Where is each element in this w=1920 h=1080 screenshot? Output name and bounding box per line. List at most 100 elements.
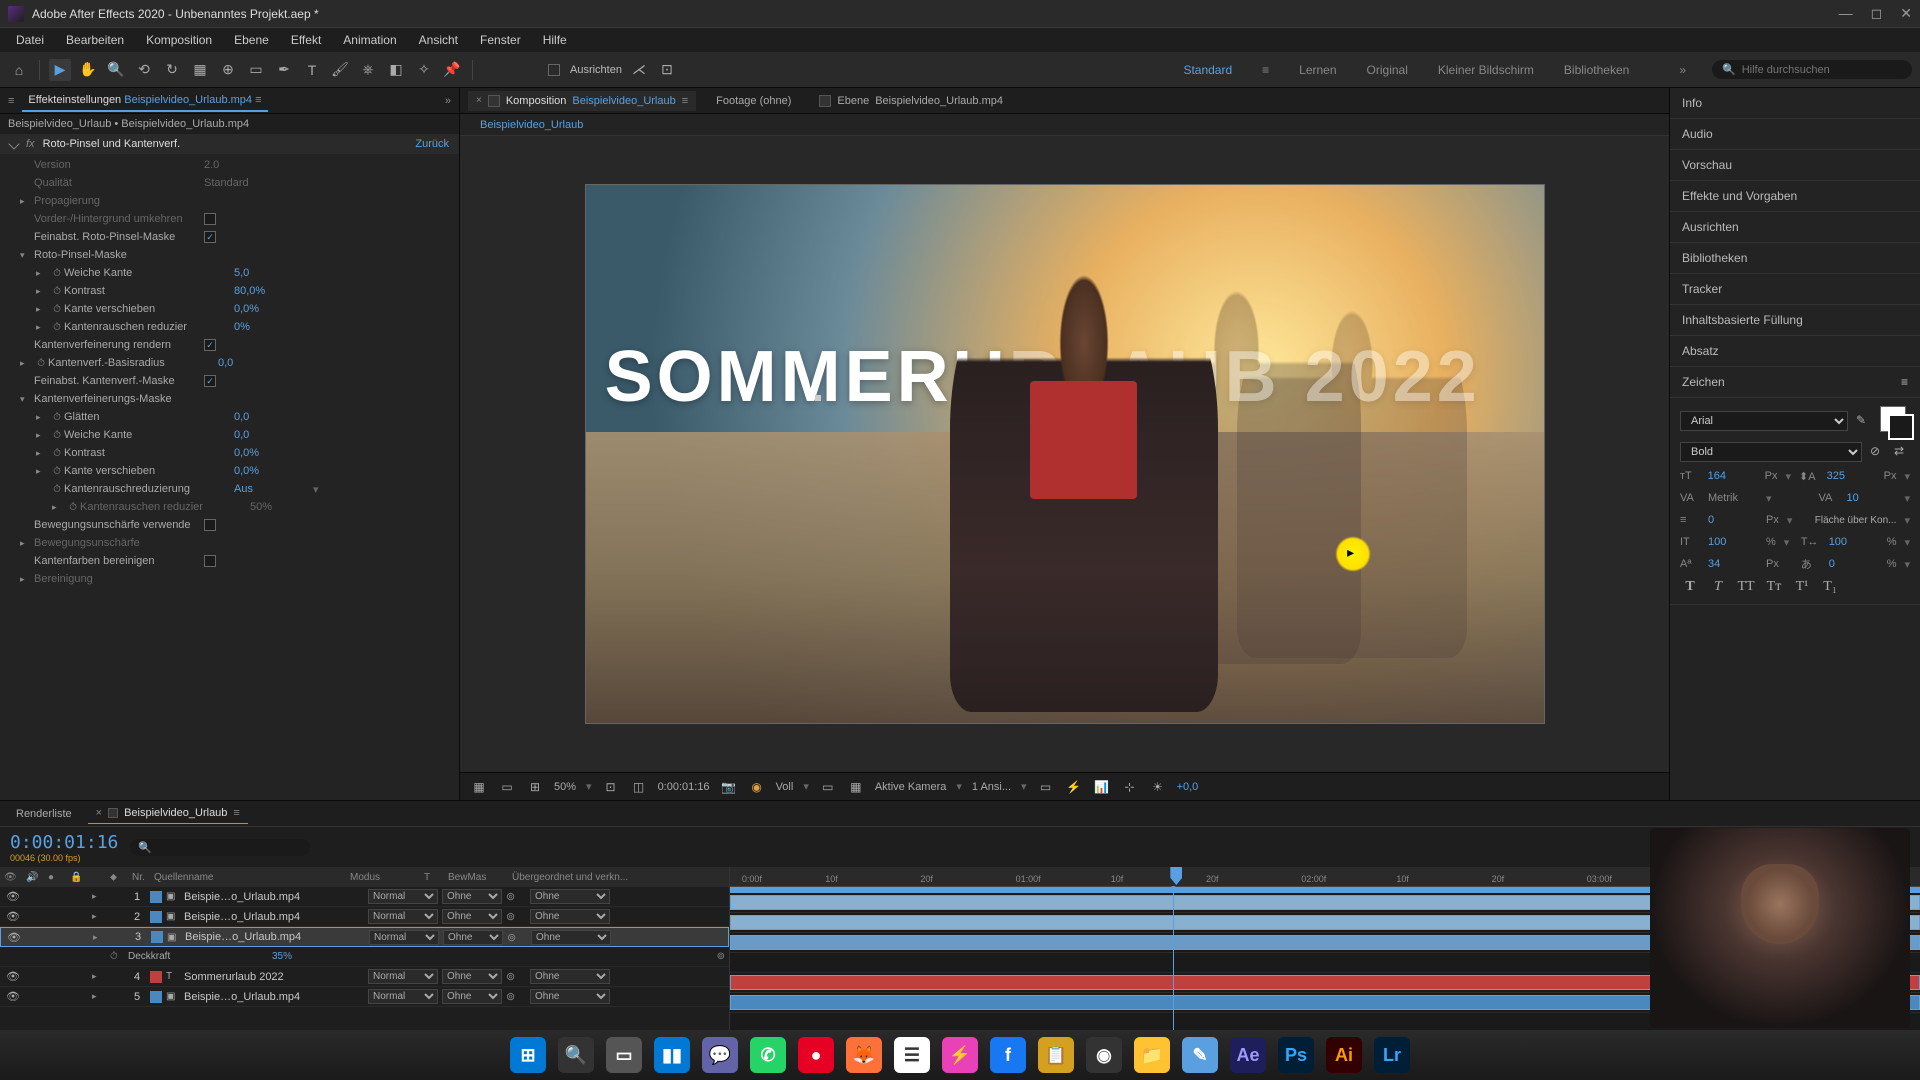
motion-blur-checkbox[interactable] <box>204 519 216 531</box>
leading-value[interactable]: 325 <box>1827 470 1876 482</box>
flowchart-icon[interactable]: ⊹ <box>1121 780 1139 794</box>
rotate-tool-icon[interactable]: ↻ <box>161 59 183 81</box>
layer-row[interactable]: 👁 ▸ 3 ▣ Beispie…o_Urlaub.mp4 Normal Ohne… <box>0 927 729 947</box>
trackmatte-dropdown[interactable]: Ohne <box>442 889 502 904</box>
panel-vorschau[interactable]: Vorschau <box>1670 150 1920 181</box>
parent-dropdown[interactable]: Ohne <box>530 909 610 924</box>
hscale-value[interactable]: 100 <box>1829 536 1879 548</box>
panel-menu-icon[interactable]: ≡ <box>1901 375 1908 389</box>
fine-edge-checkbox[interactable]: ✓ <box>204 375 216 387</box>
italic-button[interactable]: T <box>1708 578 1728 596</box>
layer-name[interactable]: Beispie…o_Urlaub.mp4 <box>185 931 365 943</box>
toggle-alpha-icon[interactable]: ▭ <box>498 780 516 794</box>
label-color[interactable] <box>150 991 162 1003</box>
stopwatch-icon[interactable]: ⏱ <box>50 464 64 478</box>
trackmatte-dropdown[interactable]: Ohne <box>442 909 502 924</box>
camera-dropdown[interactable]: Aktive Kamera <box>875 781 947 793</box>
taskbar-app-icon[interactable]: ⊞ <box>510 1037 546 1073</box>
stopwatch-icon[interactable]: ⏱ <box>110 951 124 962</box>
opacity-value[interactable]: 35% <box>272 951 292 962</box>
decon-checkbox[interactable] <box>204 555 216 567</box>
mask-icon[interactable]: ▦ <box>470 780 488 794</box>
puppet-tool-icon[interactable]: 📌 <box>441 59 463 81</box>
workspace-lernen[interactable]: Lernen <box>1299 63 1336 77</box>
brush-tool-icon[interactable]: 🖌 <box>329 59 351 81</box>
help-search-input[interactable] <box>1742 64 1902 76</box>
panel-character[interactable]: Zeichen <box>1682 375 1725 389</box>
pen-tool-icon[interactable]: ✒ <box>273 59 295 81</box>
taskbar-app-icon[interactable]: ✆ <box>750 1037 786 1073</box>
transform-handle[interactable] <box>815 395 821 401</box>
snapshot-icon[interactable]: 📷 <box>720 780 738 794</box>
allcaps-button[interactable]: TT <box>1736 578 1756 596</box>
visibility-icon[interactable]: 👁 <box>4 990 22 1003</box>
eraser-tool-icon[interactable]: ◧ <box>385 59 407 81</box>
close-button[interactable]: ✕ <box>1900 5 1912 22</box>
res-icon[interactable]: ⊡ <box>602 780 620 794</box>
taskbar-app-icon[interactable]: 📁 <box>1134 1037 1170 1073</box>
zoom-tool-icon[interactable]: 🔍 <box>105 59 127 81</box>
workspace-original[interactable]: Original <box>1367 63 1408 77</box>
playhead-icon[interactable] <box>1170 867 1182 885</box>
hand-tool-icon[interactable]: ✋ <box>77 59 99 81</box>
font-family-dropdown[interactable]: Arial <box>1680 411 1848 431</box>
blend-mode-dropdown[interactable]: Normal <box>368 989 438 1004</box>
taskbar-app-icon[interactable]: Ps <box>1278 1037 1314 1073</box>
minimize-button[interactable]: — <box>1839 5 1853 22</box>
panel-content-fill[interactable]: Inhaltsbasierte Füllung <box>1670 305 1920 336</box>
blend-mode-dropdown[interactable]: Normal <box>368 889 438 904</box>
expand-arrow-icon[interactable]: ▸ <box>92 911 106 922</box>
home-icon[interactable]: ⌂ <box>8 59 30 81</box>
tsume-value[interactable]: 0 <box>1829 558 1879 570</box>
vscale-value[interactable]: 100 <box>1708 536 1758 548</box>
current-timecode[interactable]: 0:00:01:16 <box>10 832 118 853</box>
snap-icon[interactable]: ⋌ <box>628 59 650 81</box>
label-color[interactable] <box>151 931 163 943</box>
superscript-button[interactable]: T¹ <box>1792 578 1812 596</box>
expand-arrow-icon[interactable]: ▸ <box>92 991 106 1002</box>
tab-timeline-comp[interactable]: × Beispielvideo_Urlaub ≡ <box>88 803 248 824</box>
stopwatch-icon[interactable]: ⏱ <box>50 446 64 460</box>
panel-align[interactable]: Ausrichten <box>1670 212 1920 243</box>
tab-composition[interactable]: × Komposition Beispielvideo_Urlaub ≡ <box>468 91 696 111</box>
taskbar-app-icon[interactable]: ▭ <box>606 1037 642 1073</box>
font-weight-dropdown[interactable]: Bold <box>1680 442 1862 462</box>
menu-fenster[interactable]: Fenster <box>470 31 531 49</box>
trackmatte-dropdown[interactable]: Ohne <box>443 930 503 945</box>
menu-ebene[interactable]: Ebene <box>224 31 279 49</box>
swap-colors-icon[interactable]: ⇄ <box>1894 444 1910 460</box>
taskbar-app-icon[interactable]: ☰ <box>894 1037 930 1073</box>
menu-komposition[interactable]: Komposition <box>136 31 222 49</box>
stopwatch-icon[interactable]: ⏱ <box>50 266 64 280</box>
stroke-width-value[interactable]: 0 <box>1708 514 1758 526</box>
zoom-dropdown[interactable]: 50% <box>554 781 576 793</box>
expand-arrow-icon[interactable]: ▸ <box>93 932 107 943</box>
parent-dropdown[interactable]: Ohne <box>530 969 610 984</box>
layer-name[interactable]: Sommerurlaub 2022 <box>184 971 364 983</box>
text-tool-icon[interactable]: T <box>301 59 323 81</box>
baseline-value[interactable]: 34 <box>1708 558 1758 570</box>
font-size-value[interactable]: 164 <box>1708 470 1757 482</box>
views-dropdown[interactable]: 1 Ansi... <box>972 781 1011 793</box>
visibility-icon[interactable]: 👁 <box>4 890 22 903</box>
roto-tool-icon[interactable]: ✧ <box>413 59 435 81</box>
pixel-aspect-icon[interactable]: ▭ <box>1037 780 1055 794</box>
taskbar-app-icon[interactable]: Ai <box>1326 1037 1362 1073</box>
trackmatte-dropdown[interactable]: Ohne <box>442 989 502 1004</box>
layer-name[interactable]: Beispie…o_Urlaub.mp4 <box>184 911 364 923</box>
taskbar-app-icon[interactable]: f <box>990 1037 1026 1073</box>
bold-button[interactable]: T <box>1680 578 1700 596</box>
taskbar-app-icon[interactable]: 💬 <box>702 1037 738 1073</box>
taskbar-app-icon[interactable]: ● <box>798 1037 834 1073</box>
label-color[interactable] <box>150 971 162 983</box>
blend-mode-dropdown[interactable]: Normal <box>369 930 439 945</box>
menu-ansicht[interactable]: Ansicht <box>409 31 468 49</box>
no-color-icon[interactable]: ⊘ <box>1870 444 1886 460</box>
taskbar-app-icon[interactable]: 📋 <box>1038 1037 1074 1073</box>
maximize-button[interactable]: ◻ <box>1871 5 1883 22</box>
stroke-color-swatch[interactable] <box>1888 414 1914 440</box>
viewer[interactable]: SOMMERURLAUB 2022 <box>460 136 1669 772</box>
panel-paragraph[interactable]: Absatz <box>1670 336 1920 367</box>
tracking-value[interactable]: 10 <box>1846 492 1896 504</box>
stopwatch-icon[interactable]: ⏱ <box>50 410 64 424</box>
